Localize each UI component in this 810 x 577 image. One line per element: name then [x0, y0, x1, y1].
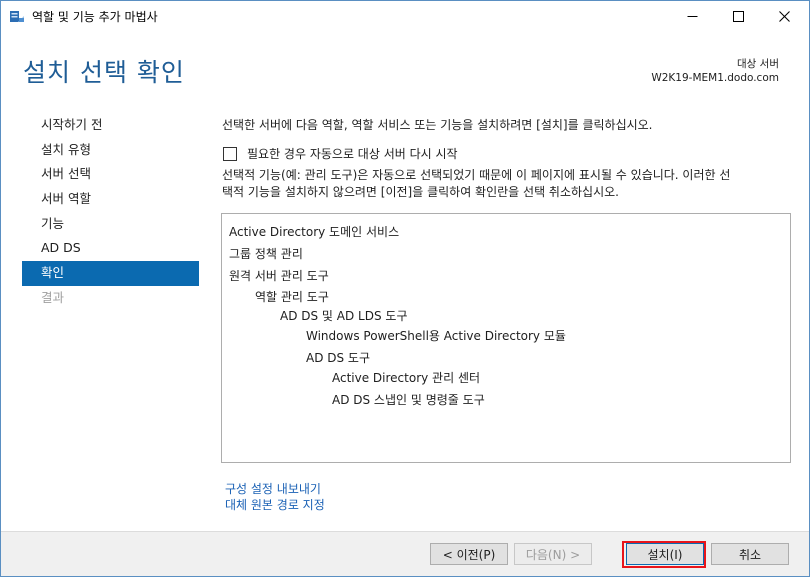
- list-item: AD DS 도구: [306, 351, 371, 365]
- maximize-button[interactable]: [715, 1, 761, 32]
- destination-server-label: 대상 서버: [737, 58, 779, 70]
- selected-features-list[interactable]: Active Directory 도메인 서비스 그룹 정책 관리 원격 서버 …: [221, 213, 791, 463]
- footer-bar: < 이전(P) 다음(N) > 설치(I) 취소: [1, 531, 809, 576]
- list-item: 역할 관리 도구: [255, 290, 329, 304]
- note-line-1: 선택적 기능(예: 관리 도구)은 자동으로 선택되었기 때문에 이 페이지에 …: [222, 168, 731, 182]
- list-item: 그룹 정책 관리: [229, 247, 303, 261]
- minimize-icon: [687, 16, 697, 17]
- list-item: Active Directory 도메인 서비스: [229, 225, 400, 239]
- list-item: AD DS 및 AD LDS 도구: [280, 309, 408, 323]
- nav-item-server-roles[interactable]: 서버 역할: [22, 187, 199, 212]
- list-item: 원격 서버 관리 도구: [229, 269, 329, 283]
- intro-text: 선택한 서버에 다음 역할, 역할 서비스 또는 기능을 설치하려면 [설치]를…: [222, 118, 653, 132]
- close-button[interactable]: [761, 1, 807, 32]
- install-button[interactable]: 설치(I): [626, 543, 704, 565]
- alternate-source-path-link[interactable]: 대체 원본 경로 지정: [225, 496, 325, 513]
- minimize-button[interactable]: [669, 1, 715, 32]
- list-item: AD DS 스냅인 및 명령줄 도구: [332, 393, 485, 407]
- list-item: Active Directory 관리 센터: [332, 371, 481, 385]
- nav-item-ad-ds[interactable]: AD DS: [22, 236, 199, 261]
- next-button: 다음(N) >: [514, 543, 592, 565]
- server-manager-app-icon: [9, 8, 25, 24]
- nav-item-installation-type[interactable]: 설치 유형: [22, 138, 199, 163]
- restart-checkbox-label[interactable]: 필요한 경우 자동으로 대상 서버 다시 시작: [247, 145, 458, 162]
- cancel-button[interactable]: 취소: [711, 543, 789, 565]
- nav-item-results: 결과: [41, 289, 65, 305]
- maximize-icon: [732, 11, 744, 22]
- nav-item-features[interactable]: 기능: [22, 212, 199, 237]
- wizard-nav: 시작하기 전 설치 유형 서버 선택 서버 역할 기능 AD DS 확인 결과: [22, 113, 199, 311]
- previous-button[interactable]: < 이전(P): [430, 543, 508, 565]
- nav-item-server-selection[interactable]: 서버 선택: [22, 162, 199, 187]
- note-line-2: 택적 기능을 설치하지 않으려면 [이전]을 클릭하여 확인란을 선택 취소하십…: [222, 185, 619, 199]
- destination-server-name: W2K19-MEM1.dodo.com: [651, 72, 779, 84]
- list-item: Windows PowerShell용 Active Directory 모듈: [306, 329, 566, 343]
- restart-checkbox[interactable]: [223, 147, 237, 161]
- wizard-window: 역할 및 기능 추가 마법사 설치 선택 확인 대상 서버 W2K19-MEM1…: [0, 0, 810, 577]
- export-settings-link[interactable]: 구성 설정 내보내기: [225, 480, 321, 497]
- nav-item-before-you-begin[interactable]: 시작하기 전: [22, 113, 199, 138]
- title-bar[interactable]: 역할 및 기능 추가 마법사: [1, 1, 809, 32]
- window-title: 역할 및 기능 추가 마법사: [32, 10, 158, 24]
- close-icon: [778, 11, 790, 22]
- optional-features-note: 선택적 기능(예: 관리 도구)은 자동으로 선택되었기 때문에 이 페이지에 …: [222, 167, 792, 201]
- nav-item-confirmation[interactable]: 확인: [22, 261, 199, 286]
- page-title: 설치 선택 확인: [23, 58, 185, 87]
